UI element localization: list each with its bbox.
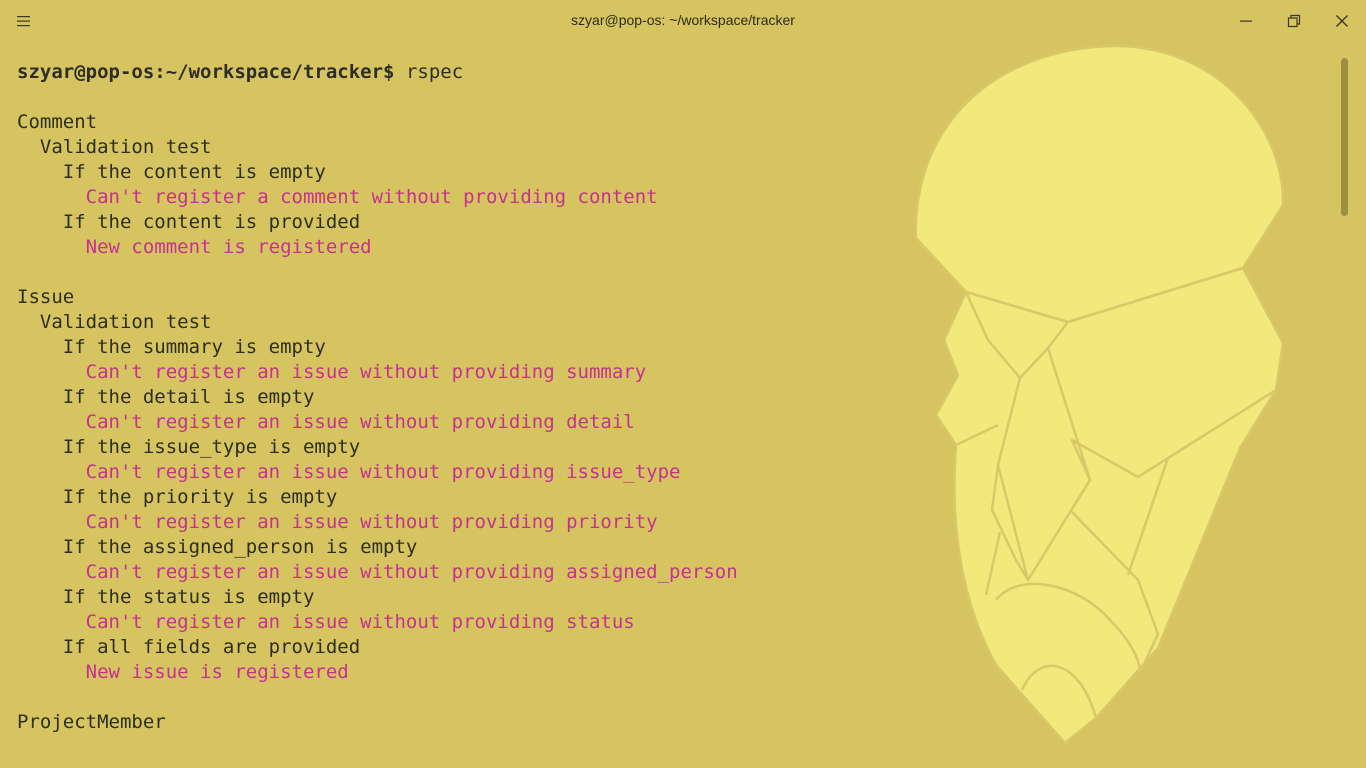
close-icon xyxy=(1336,15,1348,27)
output-line: Comment xyxy=(17,111,98,133)
output-line: Validation test xyxy=(17,311,212,333)
test-result-line: Can't register a comment without providi… xyxy=(17,186,658,208)
shell-prompt: szyar@pop-os:~/workspace/tracker$ xyxy=(17,61,395,83)
output-line: If the content is empty xyxy=(17,161,326,183)
output-line: If the content is provided xyxy=(17,211,361,233)
terminal-output[interactable]: szyar@pop-os:~/workspace/tracker$ rspec … xyxy=(17,60,1327,760)
output-line: Validation test xyxy=(17,136,212,158)
test-result-line: Can't register an issue without providin… xyxy=(17,511,658,533)
test-result-line: Can't register an issue without providin… xyxy=(17,461,681,483)
command-text: rspec xyxy=(405,61,464,83)
output-line: If the priority is empty xyxy=(17,486,338,508)
test-result-line: Can't register an issue without providin… xyxy=(17,411,635,433)
output-line: Issue xyxy=(17,286,75,308)
restore-icon xyxy=(1287,14,1301,28)
output-line: If the detail is empty xyxy=(17,386,315,408)
output-line: If the issue_type is empty xyxy=(17,436,361,458)
test-result-line: Can't register an issue without providin… xyxy=(17,361,647,383)
output-line: ProjectMember xyxy=(17,711,166,733)
restore-button[interactable] xyxy=(1281,8,1307,34)
test-result-line: Can't register an issue without providin… xyxy=(17,561,738,583)
output-line: If the status is empty xyxy=(17,586,315,608)
test-result-line: Can't register an issue without providin… xyxy=(17,611,635,633)
output-line: If all fields are provided xyxy=(17,636,361,658)
minimize-icon xyxy=(1240,20,1252,22)
test-result-line: New comment is registered xyxy=(17,236,372,258)
output-lines: Comment Validation test If the content i… xyxy=(17,85,1327,735)
test-result-line: New issue is registered xyxy=(17,661,349,683)
output-line: If the summary is empty xyxy=(17,336,326,358)
minimize-button[interactable] xyxy=(1233,8,1259,34)
terminal-scrollbar[interactable] xyxy=(1341,58,1348,216)
title-bar: szyar@pop-os: ~/workspace/tracker xyxy=(0,0,1366,42)
output-line: If the assigned_person is empty xyxy=(17,536,418,558)
window-title: szyar@pop-os: ~/workspace/tracker xyxy=(571,12,795,28)
close-button[interactable] xyxy=(1329,8,1355,34)
prompt-line: szyar@pop-os:~/workspace/tracker$ rspec xyxy=(17,60,1327,85)
